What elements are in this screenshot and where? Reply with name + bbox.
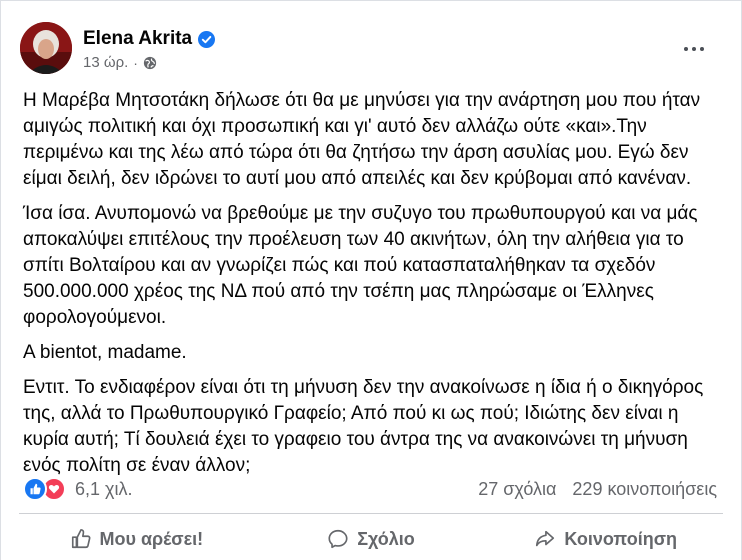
verified-badge-icon (198, 30, 216, 48)
like-button[interactable]: Μου αρέσει! (19, 519, 254, 559)
author-avatar[interactable] (20, 22, 72, 74)
comment-count[interactable]: 27 σχόλια (478, 479, 556, 500)
reaction-count[interactable]: 6,1 χιλ. (75, 479, 132, 500)
share-button[interactable]: Κοινοποίηση (488, 519, 723, 559)
globe-icon (143, 56, 157, 69)
post-timestamp[interactable]: 13 ώρ. (83, 54, 128, 71)
comment-button-label: Σχόλιο (357, 528, 415, 549)
post-paragraph: Ίσα ίσα. Ανυπομονώ να βρεθούμε με την συ… (23, 203, 698, 328)
more-options-icon[interactable] (677, 32, 711, 66)
post-paragraph: A bientot, madame. (23, 342, 187, 363)
reactions-summary[interactable]: 6,1 χιλ. (23, 477, 132, 501)
comment-button[interactable]: Σχόλιο (254, 519, 489, 559)
post-stats: 27 σχόλια 229 κοινοποιήσεις (478, 479, 717, 500)
share-count[interactable]: 229 κοινοποιήσεις (572, 479, 717, 500)
share-arrow-icon (536, 530, 555, 547)
action-bar: Μου αρέσει! Σχόλιο Κοινοποίηση (19, 519, 723, 559)
comment-bubble-icon (328, 529, 348, 549)
post-card: Elena Akrita 13 ώρ. · Η Μαρέβα Μητσοτάκη… (0, 0, 742, 560)
reaction-icons (23, 477, 69, 501)
like-thumb-icon (71, 529, 91, 549)
post-meta: 13 ώρ. · (83, 54, 157, 71)
divider (19, 513, 723, 514)
meta-separator: · (133, 54, 138, 71)
post-paragraph: Εντιτ. Το ενδιαφέρον είναι ότι τη μήνυση… (23, 377, 704, 476)
post-body: Η Μαρέβα Μητσοτάκη δήλωσε ότι θα με μηνύ… (23, 88, 727, 488)
author-name[interactable]: Elena Akrita (83, 28, 216, 50)
author-name-text[interactable]: Elena Akrita (83, 28, 192, 50)
share-button-label: Κοινοποίηση (564, 528, 678, 549)
like-button-label: Μου αρέσει! (99, 528, 204, 549)
like-reaction-icon (23, 477, 47, 501)
post-paragraph: Η Μαρέβα Μητσοτάκη δήλωσε ότι θα με μηνύ… (23, 90, 701, 189)
